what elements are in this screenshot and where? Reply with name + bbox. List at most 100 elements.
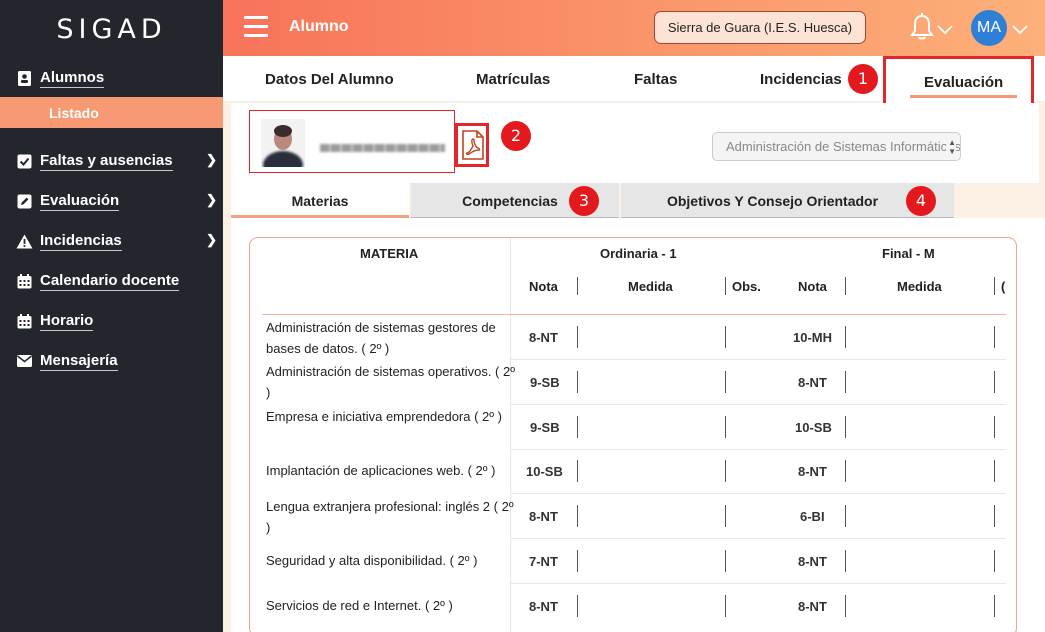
sidebar-item-mensajeria[interactable]: Mensajería (0, 342, 223, 380)
sidebar-subitem-listado[interactable]: Listado (0, 97, 223, 128)
chevron-right-icon: ❯ (206, 232, 217, 247)
column-divider (577, 505, 578, 527)
grade-final: 10-MH (793, 330, 833, 345)
column-divider (577, 416, 578, 438)
tab-evaluacion[interactable]: Evaluación (883, 56, 1034, 110)
bell-icon[interactable] (909, 13, 935, 46)
grade-final: 8-NT (798, 375, 827, 390)
sidebar: SIGAD Alumnos Listado Faltas y ausencias… (0, 0, 223, 632)
grades-table: MATERIA Ordinaria - 1 Final - M Nota Med… (249, 237, 1017, 632)
column-divider (510, 238, 511, 632)
sidebar-item-label: Mensajería (40, 351, 118, 371)
column-header-obs-final: ( (1001, 279, 1006, 294)
column-divider (994, 505, 995, 527)
grade-ordinaria: 10-SB (526, 464, 563, 479)
column-divider (845, 277, 846, 295)
column-divider (577, 371, 578, 393)
column-divider (994, 595, 995, 617)
calendar-icon (16, 313, 33, 330)
pdf-export-button[interactable] (455, 123, 489, 167)
subject-name: Administración de sistemas gestores de b… (266, 320, 496, 356)
sidebar-item-label: Faltas y ausencias (40, 151, 173, 171)
row-divider (510, 583, 1006, 584)
sidebar-item-label: Alumnos (40, 68, 105, 88)
column-divider (994, 371, 995, 393)
tab-datos-alumno[interactable]: Datos Del Alumno (265, 71, 394, 88)
row-divider (510, 359, 1006, 360)
column-divider (577, 550, 578, 572)
chevron-right-icon: ❯ (206, 152, 217, 167)
grade-final: 10-SB (795, 420, 832, 435)
edit-icon (16, 193, 33, 210)
top-bar: Alumno Sierra de Guara (I.E.S. Huesca) M… (223, 0, 1045, 56)
sidebar-item-label: Calendario docente (40, 271, 180, 291)
chevron-down-icon[interactable] (1012, 22, 1028, 40)
grade-ordinaria: 7-NT (529, 554, 558, 569)
chevron-right-icon: ❯ (206, 192, 217, 207)
main-tabs: Datos Del Alumno Matrículas Faltas Incid… (223, 56, 1045, 110)
column-divider (725, 550, 726, 572)
row-divider (510, 493, 1006, 494)
student-photo (261, 119, 305, 179)
grade-final: 8-NT (798, 554, 827, 569)
select-arrows-icon: ▲ ▼ (946, 133, 956, 156)
sidebar-item-label: Incidencias (40, 231, 122, 251)
column-divider (845, 460, 846, 482)
pdf-icon (462, 130, 484, 165)
grade-ordinaria: 8-NT (529, 599, 558, 614)
column-header-materia: MATERIA (360, 246, 419, 261)
course-select-value: Administración de Sistemas Informáticos (726, 139, 961, 154)
column-divider (725, 595, 726, 617)
sidebar-item-horario[interactable]: Horario (0, 302, 223, 340)
column-divider (845, 550, 846, 572)
column-divider (725, 326, 726, 348)
column-header-medida: Medida (628, 279, 673, 294)
grade-ordinaria: 9-SB (530, 375, 560, 390)
sidebar-item-alumnos[interactable]: Alumnos (0, 59, 223, 97)
tab-matriculas[interactable]: Matrículas (476, 71, 550, 88)
column-header-nota: Nota (529, 279, 558, 294)
sidebar-item-incidencias[interactable]: Incidencias ❯ (0, 222, 223, 260)
column-divider (725, 460, 726, 482)
column-divider (845, 505, 846, 527)
subject-name: Servicios de red e Internet. ( 2º ) (266, 598, 453, 613)
column-divider (725, 416, 726, 438)
grade-final: 6-BI (800, 509, 825, 524)
sidebar-item-label: Horario (40, 311, 94, 331)
subtab-materias[interactable]: Materias (231, 183, 409, 218)
course-select[interactable]: Administración de Sistemas Informáticos … (712, 132, 961, 161)
row-divider (510, 449, 1006, 450)
chevron-down-icon[interactable] (937, 22, 953, 40)
student-icon (16, 70, 33, 87)
warning-icon (16, 233, 33, 250)
header-divider (262, 314, 1006, 315)
student-name-blurred (320, 144, 445, 152)
grade-ordinaria: 8-NT (529, 509, 558, 524)
menu-icon[interactable] (244, 16, 268, 38)
sidebar-item-evaluacion[interactable]: Evaluación ❯ (0, 182, 223, 220)
subtab-objetivos[interactable]: Objetivos Y Consejo Orientador (621, 183, 954, 218)
sidebar-item-label: Evaluación (40, 191, 120, 211)
sidebar-item-calendario[interactable]: Calendario docente (0, 262, 223, 300)
column-divider (845, 326, 846, 348)
column-divider (994, 550, 995, 572)
subject-name: Implantación de aplicaciones web. ( 2º ) (266, 463, 496, 478)
avatar[interactable]: MA (971, 10, 1007, 46)
column-header-obs: Obs. (732, 279, 761, 294)
tab-incidencias[interactable]: Incidencias (760, 71, 842, 88)
column-divider (725, 277, 726, 295)
subject-name: Empresa e iniciativa emprendedora ( 2º ) (266, 409, 502, 424)
tab-faltas[interactable]: Faltas (634, 71, 677, 88)
annotation-badge: 3 (569, 186, 599, 216)
envelope-icon (16, 353, 33, 370)
column-divider (994, 416, 995, 438)
annotation-badge: 1 (848, 64, 878, 94)
column-divider (845, 416, 846, 438)
subject-name: Lengua extranjera profesional: inglés 2 … (266, 499, 514, 535)
column-divider (994, 460, 995, 482)
subject-name: Seguridad y alta disponibilidad. ( 2º ) (266, 553, 478, 568)
tab-label: Evaluación (924, 74, 1004, 91)
sidebar-item-faltas[interactable]: Faltas y ausencias ❯ (0, 142, 223, 180)
center-selector-button[interactable]: Sierra de Guara (I.E.S. Huesca) (654, 11, 866, 44)
annotation-badge: 4 (906, 186, 936, 216)
